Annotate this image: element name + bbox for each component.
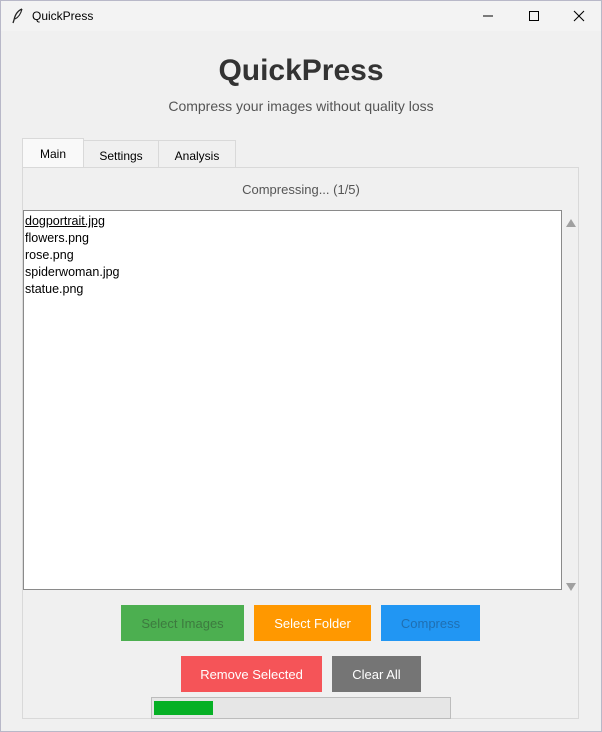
file-list-item[interactable]: flowers.png	[24, 230, 561, 247]
maximize-icon	[529, 11, 539, 21]
file-list-item[interactable]: spiderwoman.jpg	[24, 264, 561, 281]
select-folder-button[interactable]: Select Folder	[254, 605, 371, 641]
minimize-icon	[483, 15, 493, 17]
maximize-button[interactable]	[511, 1, 557, 31]
status-text: Compressing... (1/5)	[242, 182, 360, 197]
scroll-down-arrow-icon[interactable]	[566, 578, 576, 596]
remove-selected-button[interactable]: Remove Selected	[181, 656, 322, 692]
minimize-button[interactable]	[465, 1, 511, 31]
tab-main[interactable]: Main	[22, 138, 84, 169]
file-list-item[interactable]: dogportrait.jpg	[24, 213, 561, 230]
close-button[interactable]	[556, 1, 602, 31]
clear-all-button[interactable]: Clear All	[332, 656, 421, 692]
app-subtitle: Compress your images without quality los…	[168, 98, 434, 114]
progress-fill	[154, 701, 213, 715]
tab-analysis[interactable]: Analysis	[158, 140, 236, 168]
compress-button[interactable]: Compress	[381, 605, 480, 641]
scroll-up-arrow-icon[interactable]	[566, 214, 576, 232]
progress-bar	[151, 697, 451, 719]
window-title: QuickPress	[32, 9, 94, 23]
tab-settings[interactable]: Settings	[83, 140, 159, 168]
app-window: QuickPress QuickPress Compress your imag…	[0, 0, 602, 732]
close-icon	[573, 10, 585, 22]
title-bar: QuickPress	[1, 1, 601, 31]
file-list[interactable]: dogportrait.jpg flowers.png rose.png spi…	[23, 210, 562, 590]
feather-icon	[11, 8, 25, 24]
file-list-item[interactable]: rose.png	[24, 247, 561, 264]
select-images-button[interactable]: Select Images	[121, 605, 244, 641]
file-list-item[interactable]: statue.png	[24, 281, 561, 298]
app-title: QuickPress	[218, 54, 384, 87]
